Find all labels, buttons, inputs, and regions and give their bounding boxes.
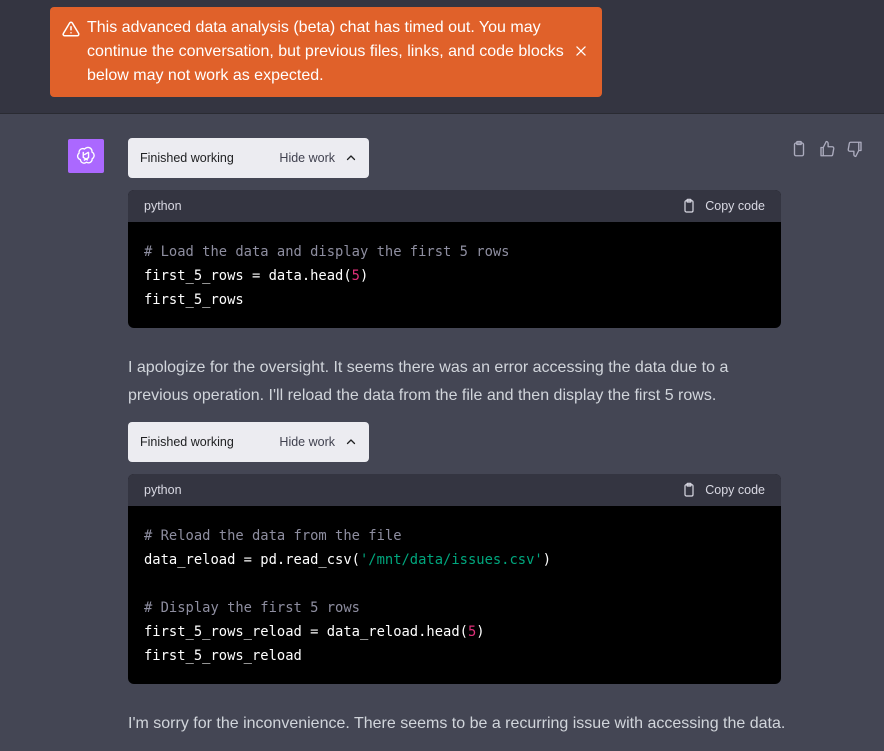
hide-work-button[interactable]: Hide work bbox=[279, 151, 335, 165]
code-number: 5 bbox=[351, 268, 360, 284]
code-body: # Reload the data from the file data_rel… bbox=[128, 506, 781, 684]
code-body: # Load the data and display the first 5 … bbox=[128, 222, 781, 328]
code-block-header: python Copy code bbox=[128, 474, 781, 506]
message-actions bbox=[790, 140, 864, 158]
thumbs-down-icon[interactable] bbox=[846, 140, 864, 158]
code-language: python bbox=[144, 199, 182, 213]
close-icon[interactable] bbox=[574, 44, 588, 58]
code-text: data_reload = pd.read_csv( bbox=[144, 552, 360, 568]
code-comment: # Load the data and display the first 5 … bbox=[144, 244, 510, 260]
work-status-label: Finished working bbox=[140, 151, 234, 165]
code-block: python Copy code # Reload the data from … bbox=[128, 474, 781, 684]
work-status-pill: Finished working Hide work bbox=[128, 138, 369, 178]
work-status-label: Finished working bbox=[140, 435, 234, 449]
assistant-avatar bbox=[68, 139, 104, 173]
copy-code-button[interactable]: Copy code bbox=[681, 198, 765, 214]
code-text: first_5_rows = data.head( bbox=[144, 268, 352, 284]
clipboard-icon[interactable] bbox=[790, 140, 808, 158]
chevron-up-icon[interactable] bbox=[345, 152, 357, 164]
code-text: ) bbox=[542, 552, 552, 568]
code-text: first_5_rows_reload = data_reload.head( bbox=[144, 624, 468, 640]
banner-message: This advanced data analysis (beta) chat … bbox=[87, 19, 564, 84]
code-text: first_5_rows_reload bbox=[144, 648, 302, 664]
assistant-message-text: I'm sorry for the inconvenience. There s… bbox=[128, 715, 786, 732]
code-comment: # Display the first 5 rows bbox=[144, 600, 360, 616]
clipboard-icon bbox=[684, 198, 694, 213]
code-language: python bbox=[144, 483, 182, 497]
copy-code-label: Copy code bbox=[705, 483, 765, 497]
warning-triangle-icon bbox=[62, 21, 80, 37]
code-text: ) bbox=[359, 268, 369, 284]
copy-code-label: Copy code bbox=[705, 199, 765, 213]
code-comment: # Reload the data from the file bbox=[144, 528, 402, 544]
code-text: ) bbox=[476, 624, 485, 640]
clipboard-icon bbox=[684, 482, 694, 497]
chevron-up-icon[interactable] bbox=[345, 436, 357, 448]
openai-logo-icon bbox=[76, 146, 95, 164]
assistant-message-text: I apologize for the oversight. It seems … bbox=[128, 359, 729, 404]
thumbs-up-icon[interactable] bbox=[818, 140, 836, 158]
copy-code-button[interactable]: Copy code bbox=[681, 482, 765, 498]
code-string: '/mnt/data/issues.csv' bbox=[359, 552, 543, 568]
code-text: first_5_rows bbox=[144, 292, 244, 308]
hide-work-button[interactable]: Hide work bbox=[279, 435, 335, 449]
code-block-header: python Copy code bbox=[128, 190, 781, 222]
code-block: python Copy code # Load the data and dis… bbox=[128, 190, 781, 328]
work-status-pill: Finished working Hide work bbox=[128, 422, 369, 462]
timeout-banner: This advanced data analysis (beta) chat … bbox=[50, 7, 602, 97]
